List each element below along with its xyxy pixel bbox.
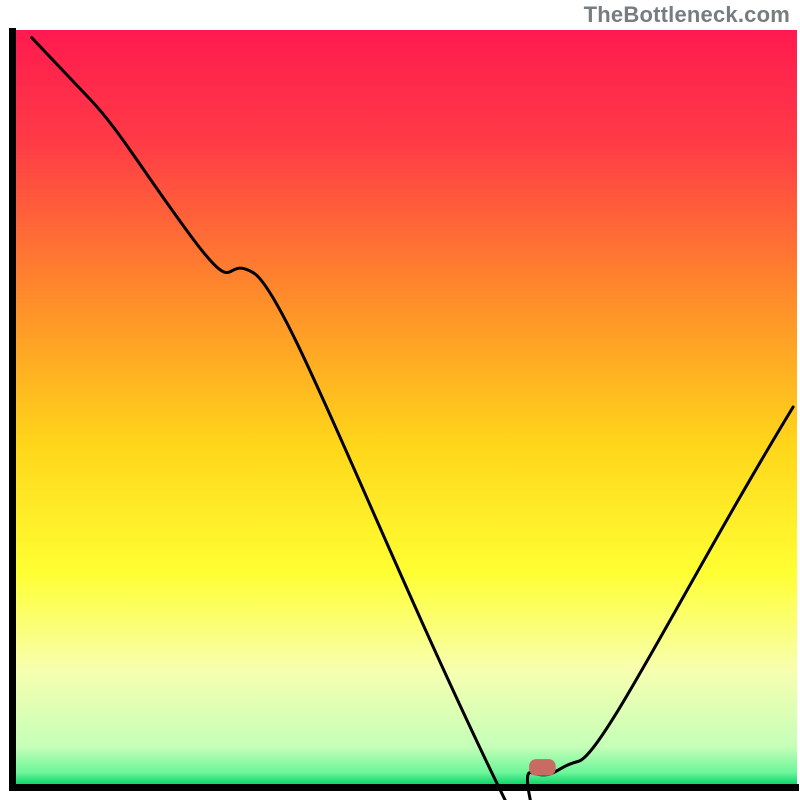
optimal-point-marker (529, 759, 556, 776)
bottleneck-chart (0, 0, 800, 800)
chart-stage: TheBottleneck.com (0, 0, 800, 800)
watermark-text: TheBottleneck.com (584, 2, 790, 28)
plot-background (16, 30, 797, 784)
